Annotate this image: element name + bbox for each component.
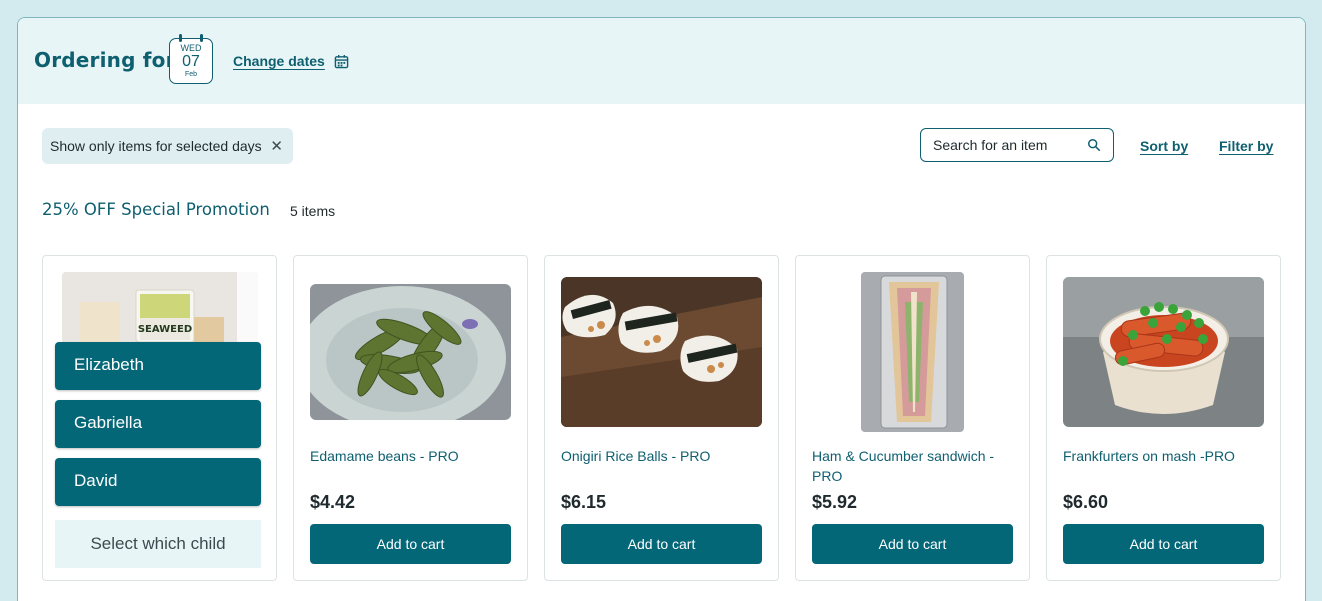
edamame-image[interactable]	[310, 284, 511, 420]
product-card: Ham & Cucumber sandwich - PRO $5.92 Add …	[795, 255, 1030, 581]
select-child-prompt: Select which child	[55, 520, 261, 568]
onigiri-image[interactable]	[561, 277, 762, 427]
sort-by-link[interactable]: Sort by	[1140, 138, 1188, 154]
item-count: 5 items	[290, 203, 336, 219]
date-day: 07	[182, 53, 200, 70]
child-option-elizabeth[interactable]: Elizabeth	[55, 342, 261, 390]
search-input[interactable]: Search for an item	[920, 128, 1114, 162]
product-name[interactable]: Frankfurters on mash -PRO	[1063, 446, 1263, 466]
add-to-cart-button[interactable]: Add to cart	[1063, 524, 1264, 564]
calendar-icon[interactable]	[334, 54, 349, 69]
filter-by-link[interactable]: Filter by	[1219, 138, 1273, 154]
child-option-gabriella[interactable]: Gabriella	[55, 400, 261, 448]
date-month: Feb	[184, 71, 198, 78]
change-dates-link[interactable]: Change dates	[233, 53, 325, 69]
add-to-cart-button[interactable]: Add to cart	[561, 524, 762, 564]
ordering-panel: Ordering for WED 07 Feb Change dates Sho…	[17, 17, 1306, 601]
product-name[interactable]: Edamame beans - PRO	[310, 446, 510, 466]
product-card: Onigiri Rice Balls - PRO $6.15 Add to ca…	[544, 255, 779, 581]
selected-days-filter-chip[interactable]: Show only items for selected days ✕	[42, 128, 293, 164]
product-price: $6.15	[561, 492, 607, 512]
child-option-david[interactable]: David	[55, 458, 261, 506]
frankfurters-image[interactable]	[1063, 277, 1264, 427]
ordering-for-label: Ordering for	[34, 48, 176, 72]
search-icon[interactable]	[1087, 138, 1101, 152]
seaweed-product-image: SEAWEED	[62, 272, 258, 342]
section-title: 25% OFF Special Promotion	[42, 200, 270, 219]
product-price: $6.60	[1063, 492, 1109, 512]
child-selector-card: SEAWEED Elizabeth Gabriella David Select…	[42, 255, 277, 581]
filter-chip-label: Show only items for selected days	[50, 138, 262, 154]
date-day-of-week: WED	[180, 43, 202, 53]
date-badge: WED 07 Feb	[169, 34, 213, 84]
add-to-cart-button[interactable]: Add to cart	[812, 524, 1013, 564]
product-price: $5.92	[812, 492, 858, 512]
sandwich-image[interactable]	[861, 272, 964, 432]
product-name[interactable]: Onigiri Rice Balls - PRO	[561, 446, 761, 466]
svg-text:SEAWEED: SEAWEED	[138, 324, 192, 335]
product-name[interactable]: Ham & Cucumber sandwich - PRO	[812, 446, 1012, 486]
product-price: $4.42	[310, 492, 356, 512]
search-placeholder: Search for an item	[933, 137, 1048, 153]
ordering-header: Ordering for WED 07 Feb Change dates	[18, 18, 1305, 104]
product-card: Frankfurters on mash -PRO $6.60 Add to c…	[1046, 255, 1281, 581]
close-icon[interactable]: ✕	[270, 137, 283, 155]
product-card: Edamame beans - PRO $4.42 Add to cart	[293, 255, 528, 581]
add-to-cart-button[interactable]: Add to cart	[310, 524, 511, 564]
